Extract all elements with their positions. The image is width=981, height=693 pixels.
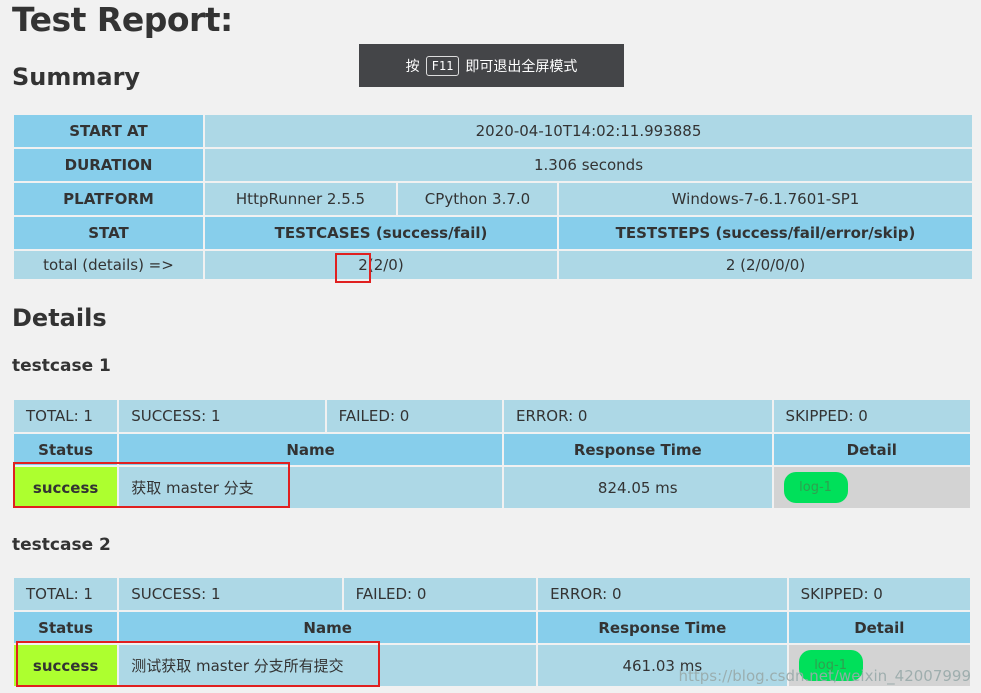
summary-heading: Summary: [12, 63, 141, 91]
watermark: https://blog.csdn.net/weixin_42007999: [678, 667, 971, 685]
tc1-failed: FAILED: 0: [326, 400, 502, 432]
platform-os: Windows-7-6.1.7601-SP1: [559, 183, 973, 215]
start-at-label: START AT: [14, 115, 203, 147]
tc2-name-header: Name: [119, 612, 537, 643]
tc1-log-button[interactable]: log-1: [783, 472, 848, 503]
tc2-total: TOTAL: 1: [14, 578, 118, 610]
f11-key-badge: F11: [425, 55, 460, 76]
tc2-detail-header: Detail: [788, 612, 970, 643]
tc1-total: TOTAL: 1: [14, 400, 118, 432]
tc1-status-header: Status: [14, 434, 118, 465]
tc1-name-header: Name: [119, 434, 502, 465]
platform-runner: HttpRunner 2.5.5: [205, 183, 396, 215]
tc2-skipped: SKIPPED: 0: [788, 578, 970, 610]
tc1-status-badge: success: [14, 467, 118, 508]
toast-text-pre: 按: [405, 58, 420, 75]
duration-value: 1.306 seconds: [205, 149, 973, 181]
tc1-response-header: Response Time: [503, 434, 772, 465]
tc1-detail-header: Detail: [773, 434, 970, 465]
tc2-status-badge: success: [14, 645, 118, 686]
tc1-skipped: SKIPPED: 0: [773, 400, 970, 432]
stat-label: STAT: [14, 217, 203, 249]
teststeps-header: TESTSTEPS (success/fail/error/skip): [559, 217, 973, 249]
testcases-header: TESTCASES (success/fail): [205, 217, 557, 249]
details-heading: Details: [12, 304, 107, 332]
testcase-1-title: testcase 1: [12, 356, 111, 376]
tc1-response-time: 824.05 ms: [503, 467, 772, 508]
tc2-response-header: Response Time: [538, 612, 787, 643]
testcases-breakdown: (2/0): [367, 256, 404, 274]
summary-table: START AT 2020-04-10T14:02:11.993885 DURA…: [12, 113, 974, 281]
testcases-stat: 2(2/0): [205, 251, 557, 279]
tc2-step-name: 测试获取 master 分支所有提交: [119, 645, 537, 686]
tc2-status-header: Status: [14, 612, 118, 643]
platform-label: PLATFORM: [14, 183, 203, 215]
testcase-1-table: TOTAL: 1 SUCCESS: 1 FAILED: 0 ERROR: 0 S…: [12, 398, 972, 510]
fullscreen-toast: 按 F11 即可退出全屏模式: [359, 44, 624, 87]
tc2-failed: FAILED: 0: [343, 578, 537, 610]
testcases-total: 2: [358, 256, 368, 274]
teststeps-stat: 2 (2/0/0/0): [559, 251, 973, 279]
toast-text-post: 即可退出全屏模式: [465, 58, 578, 75]
testcase-2-title: testcase 2: [12, 535, 111, 555]
tc1-detail-cell: log-1: [773, 467, 970, 508]
tc1-success: SUCCESS: 1: [119, 400, 325, 432]
tc2-success: SUCCESS: 1: [119, 578, 342, 610]
total-details-label: total (details) =>: [14, 251, 203, 279]
platform-python: CPython 3.7.0: [398, 183, 557, 215]
tc2-error: ERROR: 0: [538, 578, 787, 610]
tc1-step-name: 获取 master 分支: [119, 467, 502, 508]
page-title: Test Report:: [12, 0, 233, 39]
table-row: success 获取 master 分支 824.05 ms log-1: [14, 467, 970, 508]
tc1-error: ERROR: 0: [503, 400, 772, 432]
start-at-value: 2020-04-10T14:02:11.993885: [205, 115, 973, 147]
duration-label: DURATION: [14, 149, 203, 181]
